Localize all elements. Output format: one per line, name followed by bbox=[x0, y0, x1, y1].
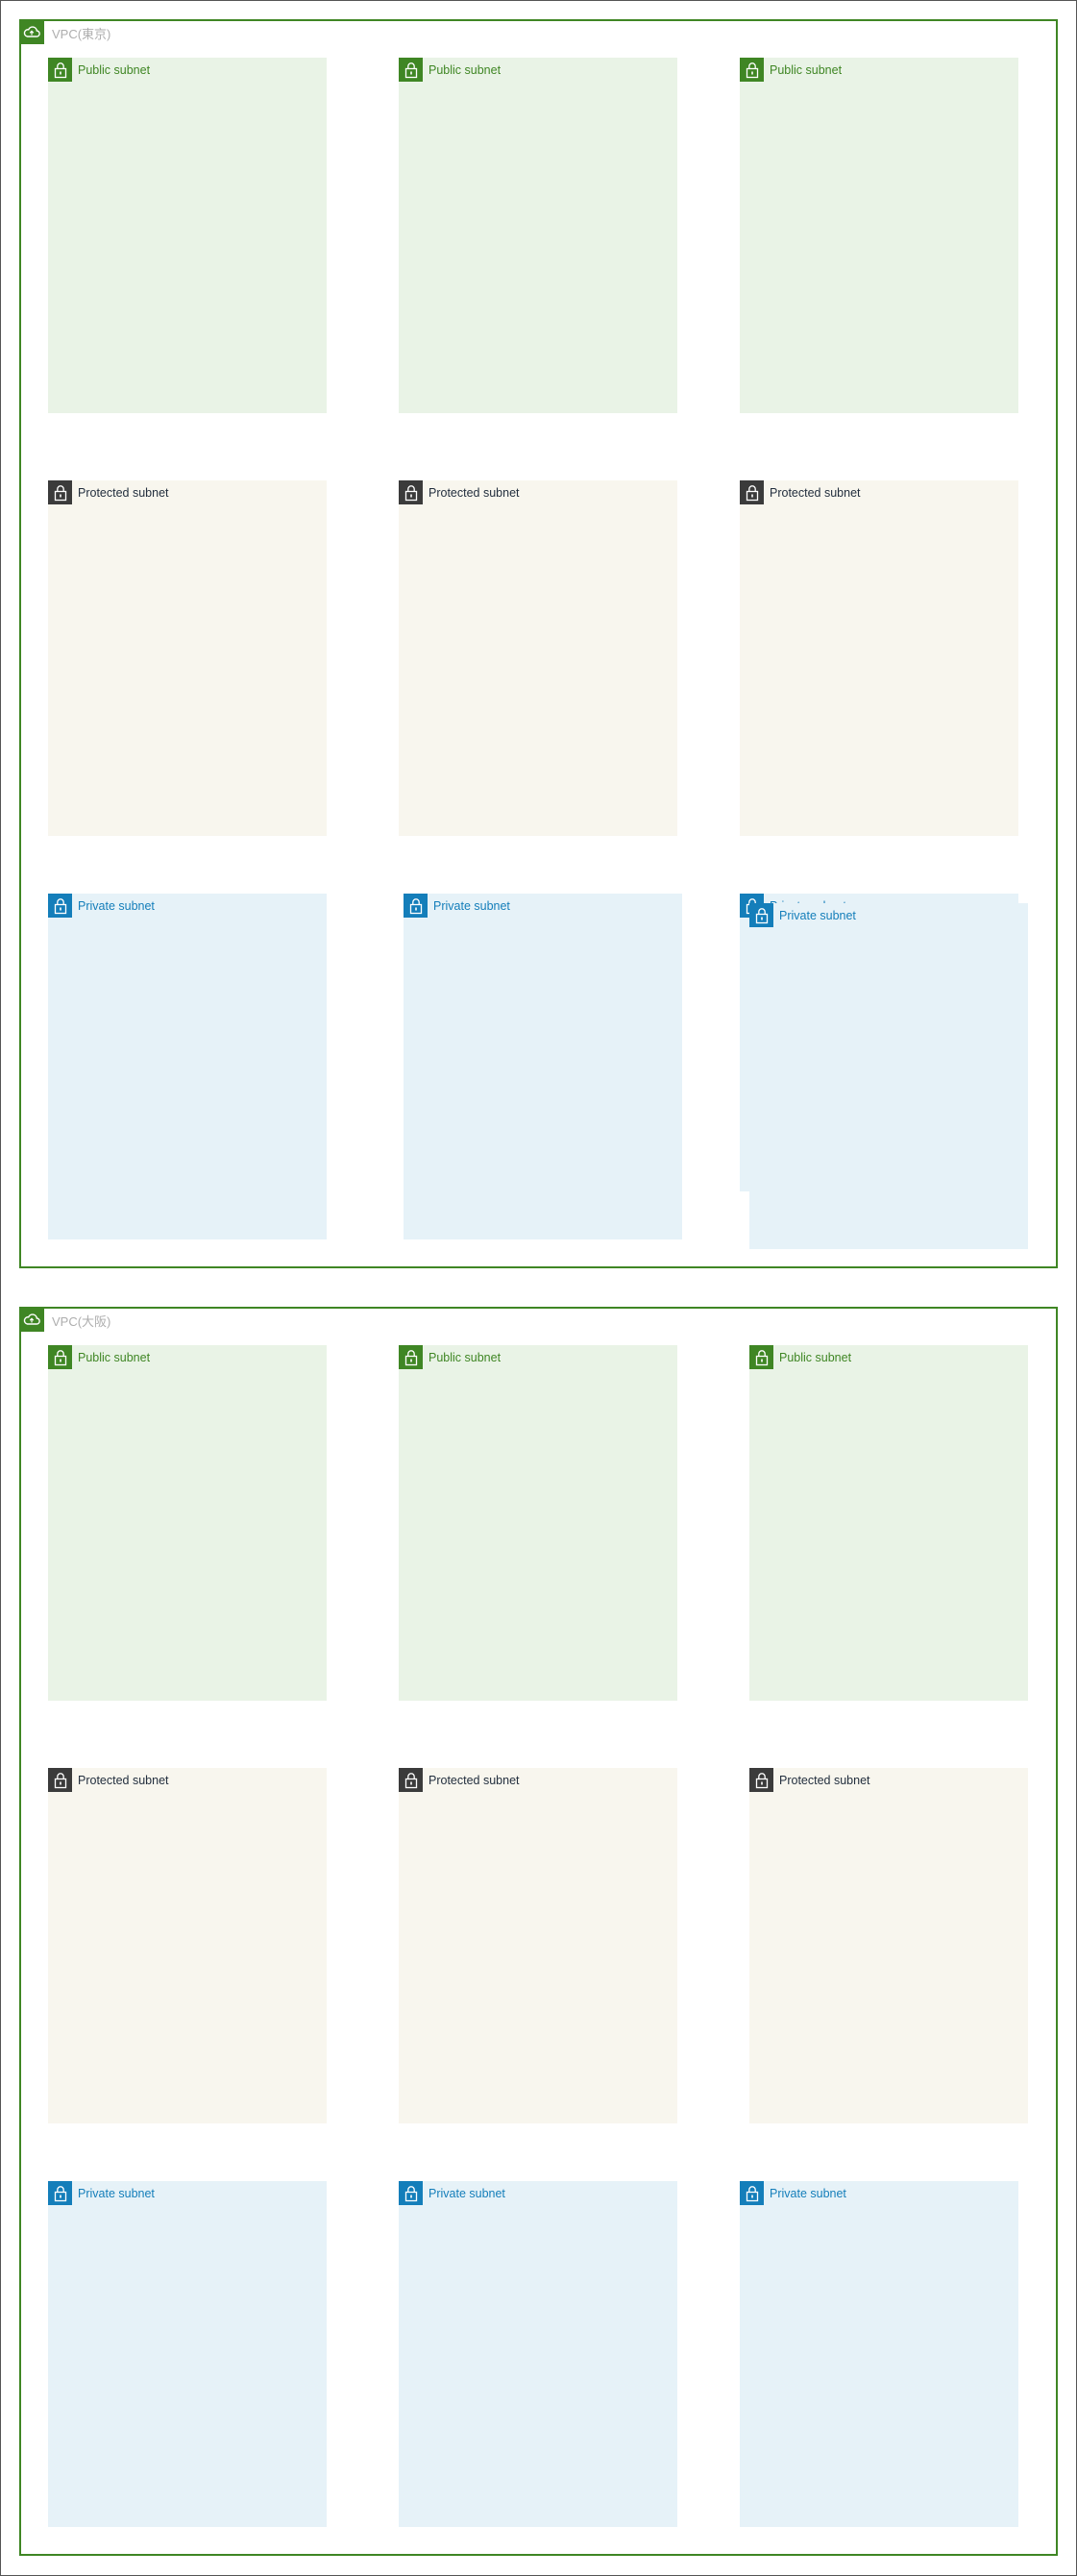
subnet-public[interactable]: Public subnet bbox=[48, 58, 327, 413]
subnet-label: Public subnet bbox=[428, 1351, 502, 1364]
subnet-private[interactable]: Private subnet bbox=[48, 2181, 327, 2527]
subnet-public[interactable]: Public subnet bbox=[399, 1345, 677, 1701]
subnet-label: Public subnet bbox=[428, 63, 502, 77]
subnet-private[interactable]: Private subnet bbox=[740, 2181, 1018, 2527]
subnet-public[interactable]: Public subnet bbox=[749, 1345, 1028, 1701]
vpc-label: VPC(大阪) bbox=[52, 1314, 111, 1329]
vpc-cloud-icon bbox=[19, 19, 44, 44]
subnet-label: Protected subnet bbox=[779, 1774, 870, 1787]
lock-icon bbox=[399, 480, 423, 504]
lock-icon bbox=[749, 1345, 773, 1369]
lock-icon bbox=[740, 480, 764, 504]
lock-icon bbox=[399, 58, 423, 82]
subnet-label: Public subnet bbox=[78, 1351, 151, 1364]
lock-icon bbox=[48, 1345, 72, 1369]
lock-icon bbox=[399, 1345, 423, 1369]
subnet-label: Private subnet bbox=[770, 2187, 846, 2200]
subnet-label: Private subnet bbox=[779, 909, 856, 922]
subnet-label: Private subnet bbox=[78, 899, 155, 913]
subnet-label: Private subnet bbox=[428, 2187, 505, 2200]
vpc-label: VPC(東京) bbox=[52, 27, 111, 41]
lock-icon bbox=[749, 1768, 773, 1792]
subnet-private[interactable]: Private subnet bbox=[404, 894, 682, 1239]
subnet-protected[interactable]: Protected subnet bbox=[48, 1768, 327, 2123]
subnet-protected[interactable]: Protected subnet bbox=[740, 480, 1018, 836]
subnet-label: Public subnet bbox=[78, 63, 151, 77]
lock-icon bbox=[48, 894, 72, 918]
lock-icon bbox=[48, 1768, 72, 1792]
lock-icon bbox=[399, 1768, 423, 1792]
subnet-label: Protected subnet bbox=[428, 486, 520, 500]
subnet-label: Private subnet bbox=[433, 899, 510, 913]
subnet-public[interactable]: Public subnet bbox=[48, 1345, 327, 1701]
vpc-cloud-icon bbox=[19, 1307, 44, 1332]
subnet-label: Protected subnet bbox=[78, 486, 169, 500]
lock-icon bbox=[399, 2181, 423, 2205]
subnet-private[interactable]: Private subnet bbox=[48, 894, 327, 1239]
subnet-label: Public subnet bbox=[770, 63, 843, 77]
subnet-label: Protected subnet bbox=[78, 1774, 169, 1787]
lock-icon bbox=[404, 894, 428, 918]
subnet-label: Protected subnet bbox=[428, 1774, 520, 1787]
subnet-label: Private subnet bbox=[78, 2187, 155, 2200]
lock-icon bbox=[740, 2181, 764, 2205]
lock-icon bbox=[740, 58, 764, 82]
lock-icon bbox=[749, 903, 773, 927]
lock-icon bbox=[48, 480, 72, 504]
subnet-label: Protected subnet bbox=[770, 486, 861, 500]
subnet-private[interactable]: Private subnet bbox=[749, 903, 1028, 1249]
subnet-public[interactable]: Public subnet bbox=[399, 58, 677, 413]
subnet-protected[interactable]: Protected subnet bbox=[48, 480, 327, 836]
subnet-public[interactable]: Public subnet bbox=[740, 58, 1018, 413]
lock-icon bbox=[48, 58, 72, 82]
subnet-private[interactable]: Private subnet bbox=[399, 2181, 677, 2527]
subnet-protected[interactable]: Protected subnet bbox=[399, 1768, 677, 2123]
lock-icon bbox=[48, 2181, 72, 2205]
subnet-protected[interactable]: Protected subnet bbox=[399, 480, 677, 836]
subnet-protected[interactable]: Protected subnet bbox=[749, 1768, 1028, 2123]
subnet-label: Public subnet bbox=[779, 1351, 852, 1364]
